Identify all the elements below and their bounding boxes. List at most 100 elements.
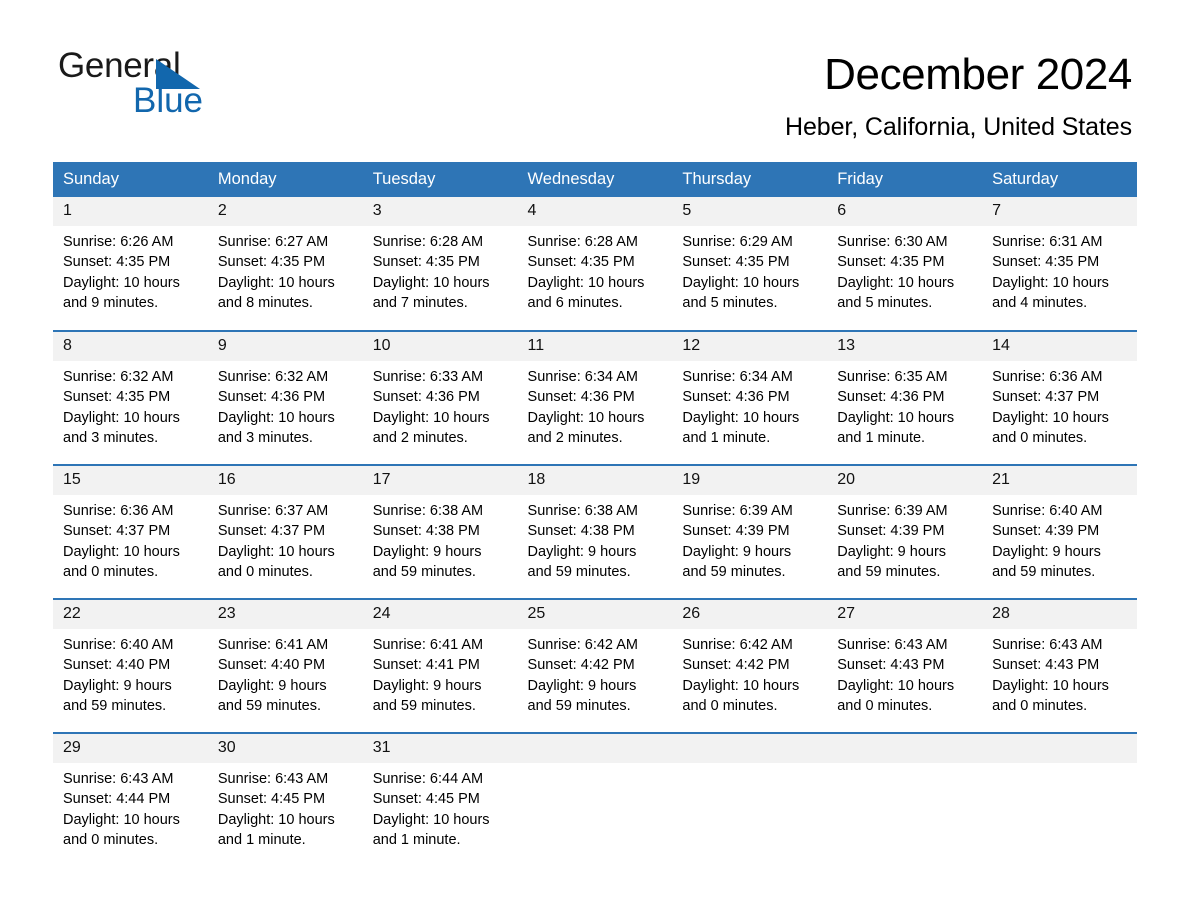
calendar-day-cell[interactable]: 22 Sunrise: 6:40 AM Sunset: 4:40 PM Dayligh… [53,598,208,733]
day-cell-inner: 26 Sunrise: 6:42 AM Sunset: 4:42 PM Dayligh… [672,600,828,732]
calendar-day-cell[interactable]: 18 Sunrise: 6:38 AM Sunset: 4:38 PM Dayligh… [517,464,673,599]
calendar-day-cell[interactable]: 8 Sunrise: 6:32 AM Sunset: 4:35 PM Daylight… [53,330,208,465]
day-sunset-text: Sunset: 4:42 PM [682,657,790,674]
day-daylight-line1-text: Daylight: 10 hours [63,811,180,828]
day-sunset-text: Sunset: 4:39 PM [837,523,945,540]
calendar-day-cell[interactable]: 23 Sunrise: 6:41 AM Sunset: 4:40 PM Dayligh… [207,598,363,733]
page-title: December 2024 [824,50,1132,99]
calendar-day-cell[interactable]: 30 Sunrise: 6:43 AM Sunset: 4:45 PM Dayligh… [207,732,363,867]
day-sunrise-text: Sunrise: 6:28 AM [527,234,638,250]
day-details: Sunrise: 6:34 AM Sunset: 4:36 PM Daylight:… [672,361,827,449]
day-cell-inner: 17 Sunrise: 6:38 AM Sunset: 4:38 PM Dayligh… [362,466,518,598]
day-daylight-line1-text: Daylight: 10 hours [837,409,955,426]
weekday-header-wednesday: Wednesday [517,162,673,197]
day-cell-inner: 23 Sunrise: 6:41 AM Sunset: 4:40 PM Dayligh… [207,600,363,732]
day-details [518,763,673,769]
day-details: Sunrise: 6:32 AM Sunset: 4:35 PM Daylight:… [53,361,208,449]
day-cell-inner: 25 Sunrise: 6:42 AM Sunset: 4:42 PM Dayligh… [517,600,673,732]
day-sunrise-text: Sunrise: 6:37 AM [217,503,329,519]
day-daylight-line1-text: Daylight: 10 hours [63,543,180,560]
day-cell-inner: 24 Sunrise: 6:41 AM Sunset: 4:41 PM Dayligh… [362,600,518,732]
calendar-day-cell[interactable]: 11 Sunrise: 6:34 AM Sunset: 4:36 PM Dayligh… [517,330,673,465]
day-sunset-text: Sunset: 4:41 PM [372,657,480,674]
calendar-day-cell[interactable]: 6 Sunrise: 6:30 AM Sunset: 4:35 PM Daylight… [827,197,983,331]
calendar-day-cell[interactable]: 17 Sunrise: 6:38 AM Sunset: 4:38 PM Dayligh… [362,464,518,599]
calendar-day-cell[interactable]: 27 Sunrise: 6:43 AM Sunset: 4:43 PM Dayligh… [827,598,983,733]
day-sunrise-text: Sunrise: 6:40 AM [63,637,174,653]
day-details: Sunrise: 6:27 AM Sunset: 4:35 PM Daylight:… [208,226,363,314]
day-sunrise-text: Sunrise: 6:39 AM [682,503,793,519]
day-daylight-line2-text: and 59 minutes. [372,698,476,715]
day-cell-inner: 10 Sunrise: 6:33 AM Sunset: 4:36 PM Dayligh… [362,332,518,464]
day-daylight-line2-text: and 2 minutes. [372,430,468,447]
day-sunrise-text: Sunrise: 6:33 AM [372,369,484,385]
day-details: Sunrise: 6:36 AM Sunset: 4:37 PM Daylight:… [53,495,208,583]
calendar-week-row: 1 Sunrise: 6:26 AM Sunset: 4:35 PM Daylight… [53,197,1137,331]
calendar-day-cell[interactable]: 14 Sunrise: 6:36 AM Sunset: 4:37 PM Dayligh… [982,330,1137,465]
calendar-day-cell[interactable]: 13 Sunrise: 6:35 AM Sunset: 4:36 PM Dayligh… [827,330,983,465]
day-daylight-line2-text: and 7 minutes. [372,295,468,312]
day-daylight-line2-text: and 3 minutes. [63,430,159,447]
calendar-day-cell[interactable]: 31 Sunrise: 6:44 AM Sunset: 4:45 PM Dayligh… [362,732,518,867]
day-number: 16 [207,466,363,495]
calendar-day-cell[interactable]: 29 Sunrise: 6:43 AM Sunset: 4:44 PM Dayligh… [53,732,208,867]
day-cell-inner: 13 Sunrise: 6:35 AM Sunset: 4:36 PM Dayligh… [827,332,983,464]
page-subtitle: Heber, California, United States [785,113,1132,141]
calendar-empty-cell [982,732,1137,867]
day-sunrise-text: Sunrise: 6:30 AM [837,234,948,250]
day-cell-inner: 14 Sunrise: 6:36 AM Sunset: 4:37 PM Dayligh… [982,332,1137,464]
calendar-day-cell[interactable]: 2 Sunrise: 6:27 AM Sunset: 4:35 PM Daylight… [207,197,363,331]
day-daylight-line2-text: and 0 minutes. [217,564,313,581]
day-sunrise-text: Sunrise: 6:31 AM [992,234,1103,250]
day-sunset-text: Sunset: 4:43 PM [992,657,1100,674]
calendar-day-cell[interactable]: 28 Sunrise: 6:43 AM Sunset: 4:43 PM Dayligh… [982,598,1137,733]
calendar-day-cell[interactable]: 12 Sunrise: 6:34 AM Sunset: 4:36 PM Dayligh… [672,330,828,465]
day-number: 22 [53,600,208,629]
calendar-day-cell[interactable]: 26 Sunrise: 6:42 AM Sunset: 4:42 PM Dayligh… [672,598,828,733]
day-daylight-line2-text: and 8 minutes. [217,295,313,312]
day-cell-inner: 3 Sunrise: 6:28 AM Sunset: 4:35 PM Daylight… [362,197,518,330]
calendar-empty-cell [827,732,983,867]
day-daylight-line1-text: Daylight: 9 hours [682,543,792,560]
day-cell-inner: 27 Sunrise: 6:43 AM Sunset: 4:43 PM Dayligh… [827,600,983,732]
day-daylight-line1-text: Daylight: 10 hours [63,274,180,291]
calendar-day-cell[interactable]: 3 Sunrise: 6:28 AM Sunset: 4:35 PM Daylight… [362,197,518,331]
calendar-day-cell[interactable]: 25 Sunrise: 6:42 AM Sunset: 4:42 PM Dayligh… [517,598,673,733]
day-number [517,734,673,763]
day-number: 20 [827,466,983,495]
day-number: 21 [982,466,1137,495]
day-number: 18 [517,466,673,495]
calendar-day-cell[interactable]: 9 Sunrise: 6:32 AM Sunset: 4:36 PM Daylight… [207,330,363,465]
calendar-day-cell[interactable]: 1 Sunrise: 6:26 AM Sunset: 4:35 PM Daylight… [53,197,208,331]
day-cell-inner: 4 Sunrise: 6:28 AM Sunset: 4:35 PM Daylight… [517,197,673,330]
calendar-day-cell[interactable]: 10 Sunrise: 6:33 AM Sunset: 4:36 PM Dayligh… [362,330,518,465]
day-daylight-line2-text: and 59 minutes. [837,564,941,581]
calendar-day-cell[interactable]: 15 Sunrise: 6:36 AM Sunset: 4:37 PM Dayligh… [53,464,208,599]
calendar-day-cell[interactable]: 4 Sunrise: 6:28 AM Sunset: 4:35 PM Daylight… [517,197,673,331]
day-details: Sunrise: 6:40 AM Sunset: 4:39 PM Daylight:… [982,495,1137,583]
weekday-header-saturday: Saturday [982,162,1137,197]
day-daylight-line1-text: Daylight: 10 hours [217,274,335,291]
day-cell-inner: 20 Sunrise: 6:39 AM Sunset: 4:39 PM Dayligh… [827,466,983,598]
calendar-day-cell[interactable]: 19 Sunrise: 6:39 AM Sunset: 4:39 PM Dayligh… [672,464,828,599]
calendar-day-cell[interactable]: 7 Sunrise: 6:31 AM Sunset: 4:35 PM Daylight… [982,197,1137,331]
day-sunrise-text: Sunrise: 6:34 AM [527,369,638,385]
page-header: General Blue December 2024 Heber, Califo… [0,0,1188,144]
day-daylight-line1-text: Daylight: 10 hours [682,409,800,426]
day-sunrise-text: Sunrise: 6:29 AM [682,234,793,250]
day-details: Sunrise: 6:35 AM Sunset: 4:36 PM Daylight:… [827,361,982,449]
day-daylight-line2-text: and 59 minutes. [63,698,167,715]
day-cell-inner: 28 Sunrise: 6:43 AM Sunset: 4:43 PM Dayligh… [982,600,1137,732]
day-sunrise-text: Sunrise: 6:43 AM [837,637,948,653]
day-number: 19 [672,466,828,495]
calendar-day-cell[interactable]: 20 Sunrise: 6:39 AM Sunset: 4:39 PM Dayligh… [827,464,983,599]
calendar-day-cell[interactable]: 24 Sunrise: 6:41 AM Sunset: 4:41 PM Dayligh… [362,598,518,733]
calendar-day-cell[interactable]: 16 Sunrise: 6:37 AM Sunset: 4:37 PM Dayligh… [207,464,363,599]
calendar-day-cell[interactable]: 5 Sunrise: 6:29 AM Sunset: 4:35 PM Daylight… [672,197,828,331]
day-number [827,734,983,763]
day-sunset-text: Sunset: 4:36 PM [217,389,326,406]
day-details: Sunrise: 6:43 AM Sunset: 4:45 PM Daylight:… [208,763,363,851]
day-cell-inner: 19 Sunrise: 6:39 AM Sunset: 4:39 PM Dayligh… [672,466,828,598]
calendar-day-cell[interactable]: 21 Sunrise: 6:40 AM Sunset: 4:39 PM Dayligh… [982,464,1137,599]
generalblue-logo[interactable]: General Blue [58,47,238,127]
